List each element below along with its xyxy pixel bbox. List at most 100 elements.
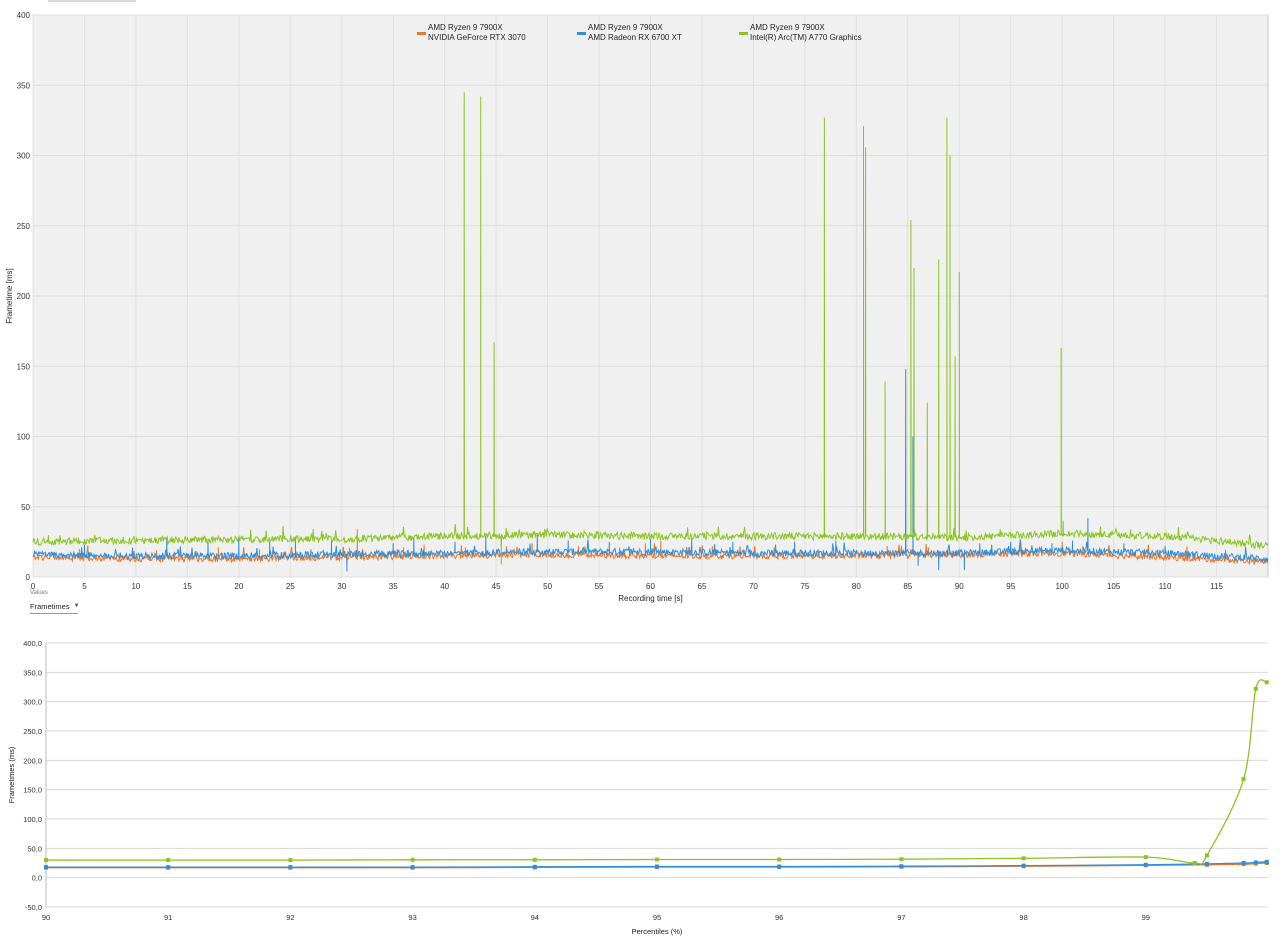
x-tick-label: 99 bbox=[1142, 913, 1150, 922]
x-tick-label: 70 bbox=[749, 582, 758, 591]
x-tick-label: 91 bbox=[164, 913, 172, 922]
percentile-point bbox=[1204, 853, 1209, 858]
x-tick-label: 40 bbox=[440, 582, 449, 591]
percentile-point bbox=[1021, 856, 1026, 861]
percentile-point bbox=[44, 865, 48, 870]
frametime-chart-svg: 0 5 10 15 20 25 30 35 40 45 50 55 60 65 70 75 80 85 90 95 10… bbox=[5, 11, 1269, 603]
legend-swatch bbox=[577, 32, 586, 35]
y-tick-label: 0 bbox=[26, 573, 31, 582]
y-tick-label: 300,0 bbox=[23, 698, 42, 707]
percentile-point bbox=[777, 864, 782, 869]
percentile-point bbox=[1143, 862, 1148, 867]
legend-swatch bbox=[739, 32, 748, 35]
x-tick-label: 55 bbox=[595, 582, 604, 591]
y-axis-title: Frametime [ms] bbox=[5, 268, 14, 324]
y-tick-label: 350,0 bbox=[23, 668, 42, 677]
chevron-down-icon: ▼ bbox=[73, 603, 80, 609]
y-tick-label: 250 bbox=[17, 222, 31, 231]
x-tick-label: 98 bbox=[1019, 913, 1027, 922]
percentile-point bbox=[1264, 680, 1269, 685]
percentile-chart: -50,0 0,0 50,0 100,0 150,0 200,0 250,0 300,0 350… bbox=[0, 622, 1280, 943]
y-tick-label: 100 bbox=[17, 433, 31, 442]
x-tick-label: 25 bbox=[286, 582, 295, 591]
y-tick-label: -50,0 bbox=[25, 903, 42, 912]
y-tick-label: 200,0 bbox=[23, 756, 42, 765]
percentile-point bbox=[532, 857, 537, 862]
percentile-point bbox=[1241, 777, 1246, 782]
x-tick-label: 65 bbox=[698, 582, 707, 591]
metric-dropdown[interactable]: Frametimes ▼ bbox=[30, 599, 80, 614]
percentile-point bbox=[1253, 686, 1258, 691]
percentile-line bbox=[45, 679, 1268, 865]
x-tick-label: 95 bbox=[1006, 582, 1015, 591]
x-tick-label: 97 bbox=[897, 913, 905, 922]
legend-label: NVIDIA GeForce RTX 3070 bbox=[428, 33, 526, 42]
percentile-point bbox=[655, 857, 659, 862]
percentile-point bbox=[899, 857, 904, 862]
y-tick-label: 300 bbox=[17, 152, 31, 161]
y-tick-label: 250,0 bbox=[23, 727, 42, 736]
values-selector: Values Frametimes ▼ bbox=[30, 590, 180, 620]
y-tick-label: 200 bbox=[17, 292, 31, 301]
legend-label: AMD Ryzen 9 7900X bbox=[750, 23, 825, 32]
percentile-point bbox=[288, 865, 293, 870]
legend-label: AMD Ryzen 9 7900X bbox=[588, 23, 663, 32]
legend-label: AMD Radeon RX 6700 XT bbox=[588, 33, 682, 42]
x-tick-label: 94 bbox=[531, 913, 539, 922]
metric-dropdown-label: Frametimes bbox=[30, 601, 70, 611]
x-tick-label: 90 bbox=[42, 913, 50, 922]
y-tick-label: 50,0 bbox=[27, 844, 42, 853]
percentile-point bbox=[1204, 861, 1209, 866]
x-tick-label: 100 bbox=[1055, 582, 1069, 591]
x-tick-label: 50 bbox=[543, 582, 552, 591]
x-tick-label: 80 bbox=[852, 582, 861, 591]
x-tick-label: 92 bbox=[286, 913, 294, 922]
x-axis-title: Percentiles (%) bbox=[632, 927, 683, 936]
x-tick-label: 90 bbox=[955, 582, 964, 591]
y-tick-label: 50 bbox=[21, 503, 30, 512]
percentile-point bbox=[410, 857, 415, 862]
frametime-chart: 0 5 10 15 20 25 30 35 40 45 50 55 60 65 70 75 80 85 90 95 10… bbox=[0, 0, 1280, 606]
y-axis-title: Frametimes (ms) bbox=[7, 746, 16, 803]
y-tick-label: 350 bbox=[17, 81, 31, 90]
percentile-point bbox=[1143, 855, 1148, 860]
values-caption: Values bbox=[30, 590, 48, 596]
x-tick-label: 95 bbox=[653, 913, 661, 922]
percentile-chart-svg: -50,0 0,0 50,0 100,0 150,0 200,0 250,0 300,0 350… bbox=[7, 639, 1269, 936]
x-tick-label: 115 bbox=[1210, 582, 1223, 591]
x-tick-label: 35 bbox=[389, 582, 398, 591]
percentile-point bbox=[1021, 863, 1026, 868]
percentile-point bbox=[1241, 861, 1246, 865]
x-tick-label: 20 bbox=[234, 582, 243, 591]
x-tick-label: 93 bbox=[408, 913, 416, 922]
percentile-point bbox=[410, 865, 415, 870]
legend-swatch bbox=[417, 32, 426, 35]
percentile-point bbox=[1253, 860, 1258, 865]
y-tick-label: 400 bbox=[17, 11, 31, 20]
y-tick-label: 150 bbox=[17, 362, 31, 371]
legend-label: Intel(R) Arc(TM) A770 Graphics bbox=[750, 33, 862, 42]
percentile-point bbox=[1192, 861, 1197, 865]
percentile-point bbox=[532, 864, 537, 869]
x-tick-label: 30 bbox=[337, 582, 346, 591]
x-tick-label: 60 bbox=[646, 582, 655, 591]
percentile-point bbox=[166, 865, 171, 870]
percentile-point bbox=[899, 864, 904, 869]
percentile-point bbox=[166, 858, 171, 863]
y-tick-label: 100,0 bbox=[23, 815, 42, 824]
x-axis-title: Recording time [s] bbox=[618, 594, 682, 603]
legend-label: AMD Ryzen 9 7900X bbox=[428, 23, 503, 32]
y-tick-label: 0,0 bbox=[32, 874, 42, 883]
x-tick-label: 105 bbox=[1107, 582, 1121, 591]
percentile-point bbox=[655, 864, 659, 869]
y-tick-label: 400,0 bbox=[23, 639, 42, 648]
x-tick-label: 96 bbox=[775, 913, 783, 922]
percentile-point bbox=[1264, 859, 1269, 864]
percentile-point bbox=[288, 858, 293, 863]
y-tick-label: 150,0 bbox=[23, 786, 42, 795]
x-tick-label: 75 bbox=[800, 582, 809, 591]
percentile-point bbox=[777, 857, 782, 862]
x-tick-label: 15 bbox=[183, 582, 192, 591]
x-tick-label: 45 bbox=[492, 582, 501, 591]
x-tick-label: 110 bbox=[1159, 582, 1172, 591]
